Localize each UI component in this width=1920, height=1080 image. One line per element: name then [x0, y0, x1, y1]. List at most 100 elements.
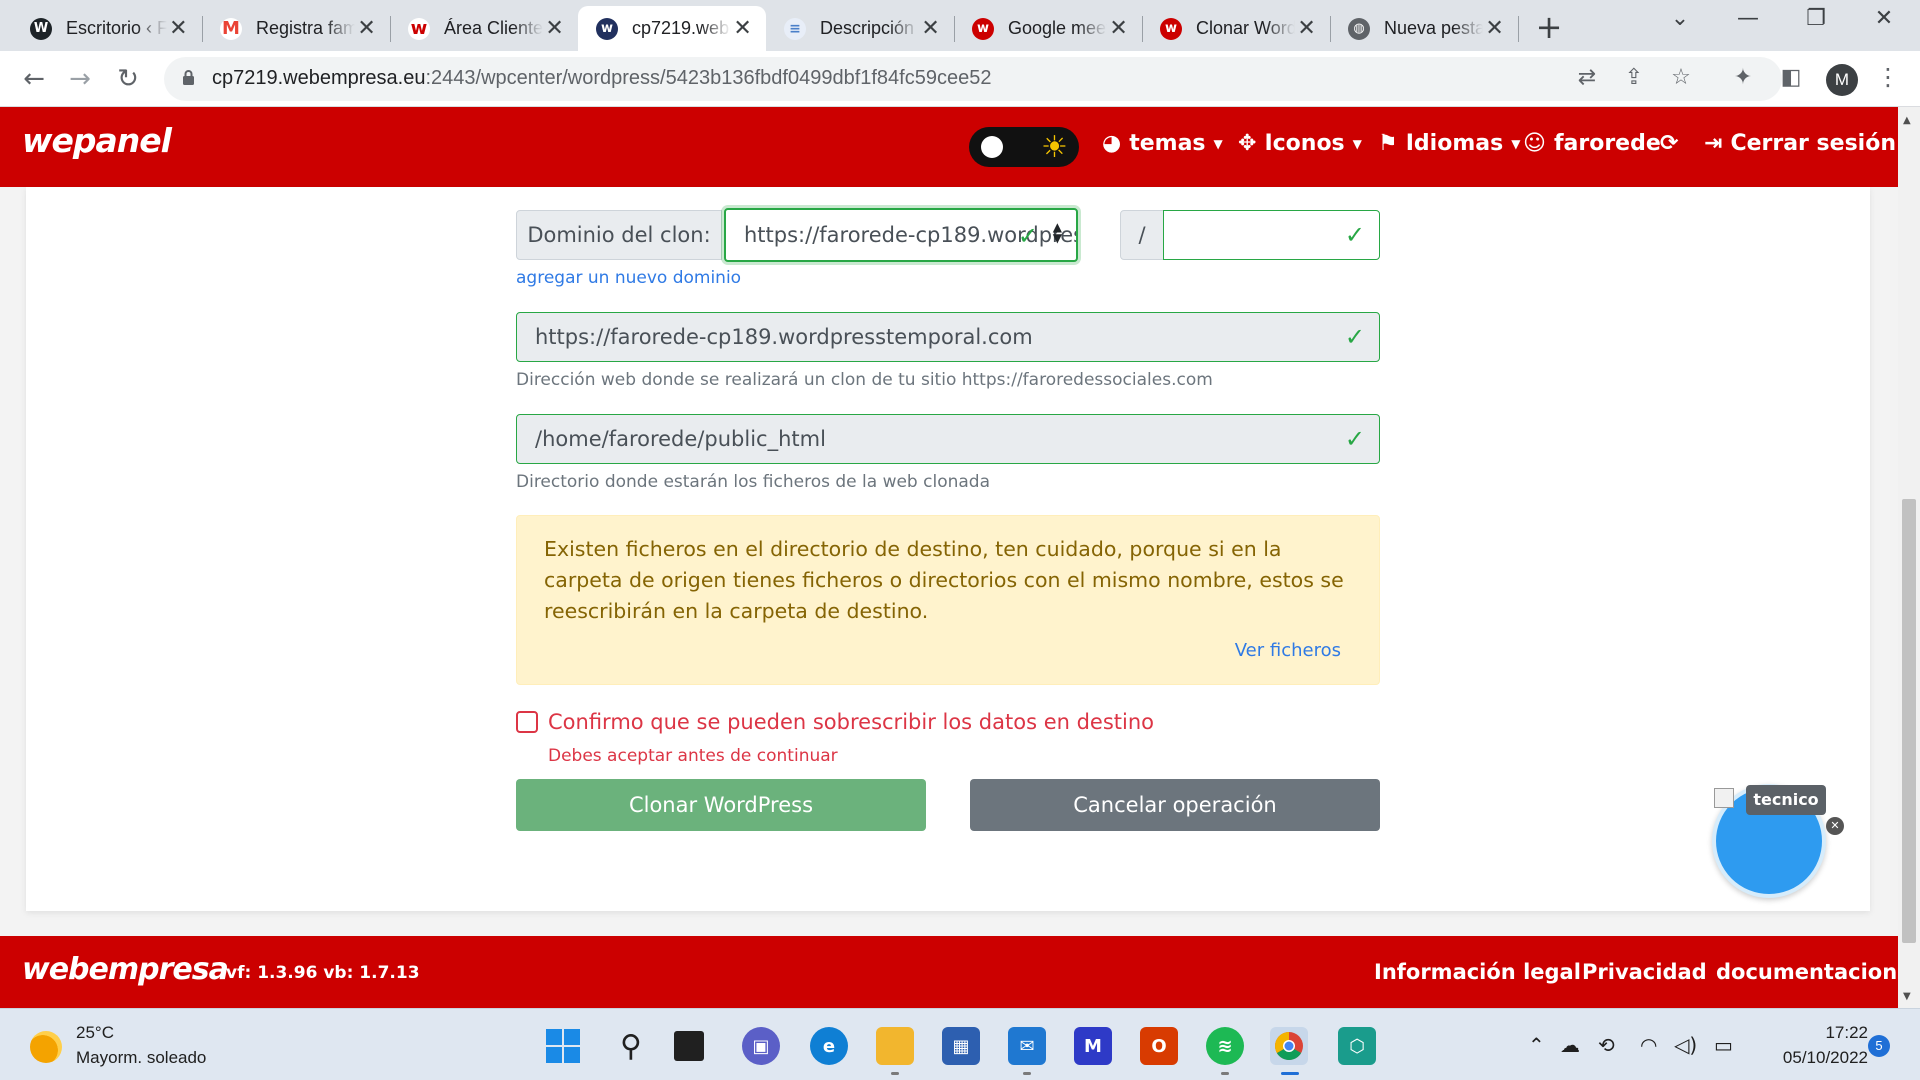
- confirm-overwrite[interactable]: Confirmo que se pueden sobrescribir los …: [516, 710, 1154, 734]
- cancel-operation-button[interactable]: Cancelar operación: [970, 779, 1380, 831]
- mail-icon[interactable]: ✉: [1008, 1027, 1046, 1065]
- tab-descripcion[interactable]: ≡ Descripción ✕: [766, 6, 954, 51]
- windows-start-icon[interactable]: [544, 1027, 582, 1065]
- clone-wordpress-button[interactable]: Clonar WordPress: [516, 779, 926, 831]
- office-icon[interactable]: O: [1140, 1027, 1178, 1065]
- edge-icon[interactable]: e: [810, 1027, 848, 1065]
- active-indicator: [1281, 1072, 1299, 1075]
- back-arrow-icon[interactable]: ←: [16, 61, 52, 97]
- tab-clonar-wordpress[interactable]: w Clonar WordPress ✕: [1142, 6, 1330, 51]
- tray-chevron-up-icon[interactable]: ⌃: [1528, 1033, 1545, 1057]
- share-icon[interactable]: ⇪: [1619, 65, 1649, 90]
- weather-temperature[interactable]: 25°C: [76, 1023, 114, 1043]
- page-scrollbar[interactable]: ▲ ▼: [1898, 107, 1920, 1008]
- weather-sun-icon[interactable]: [30, 1031, 62, 1063]
- restore-icon[interactable]: ❐: [1796, 6, 1836, 31]
- wepanel-icon: w: [596, 17, 618, 40]
- close-icon[interactable]: ✕: [543, 16, 566, 41]
- new-tab-plus-icon[interactable]: +: [1531, 8, 1567, 46]
- tab-registra[interactable]: M Registra fam ✕: [202, 6, 390, 51]
- clock-time[interactable]: 17:22: [1808, 1023, 1868, 1043]
- reload-icon[interactable]: ↻: [110, 61, 146, 97]
- microsoft-store-icon[interactable]: ▦: [942, 1027, 980, 1065]
- window-close-icon[interactable]: ✕: [1864, 6, 1904, 31]
- bookmark-star-icon[interactable]: ☆: [1666, 65, 1696, 90]
- minimize-icon[interactable]: —: [1728, 6, 1768, 31]
- forward-arrow-icon[interactable]: →: [62, 61, 98, 97]
- running-indicator: [891, 1072, 899, 1075]
- chat-teams-icon[interactable]: ▣: [742, 1027, 780, 1065]
- url-help-text: Dirección web donde se realizará un clon…: [516, 370, 1213, 390]
- chrome-icon[interactable]: [1270, 1027, 1308, 1065]
- file-explorer-icon[interactable]: [876, 1027, 914, 1065]
- check-icon: ✓: [1344, 323, 1365, 351]
- menu-languages[interactable]: ⚑ Idiomas ▼: [1378, 131, 1520, 156]
- tab-escritorio[interactable]: W Escritorio ‹ Faro ✕: [12, 6, 202, 51]
- menu-icons[interactable]: ✥ Iconos ▼: [1238, 131, 1362, 156]
- menu-label: temas: [1129, 131, 1206, 156]
- notification-count-badge[interactable]: 5: [1868, 1035, 1890, 1057]
- onedrive-cloud-icon[interactable]: ☁: [1560, 1033, 1580, 1057]
- extensions-puzzle-icon[interactable]: ✦: [1728, 65, 1758, 90]
- security-shield-icon[interactable]: ⬡: [1338, 1027, 1376, 1065]
- app-m-icon[interactable]: M: [1074, 1027, 1112, 1065]
- side-panel-icon[interactable]: ◧: [1776, 65, 1806, 90]
- close-icon[interactable]: ✕: [1107, 16, 1130, 41]
- clone-url-field: https://farorede-cp189.wordpresstemporal…: [516, 312, 1380, 362]
- scroll-up-arrow-icon[interactable]: ▲: [1903, 115, 1911, 126]
- address-bar[interactable]: cp7219.webempresa.eu:2443/wpcenter/wordp…: [164, 57, 1782, 101]
- close-icon[interactable]: ✕: [731, 16, 754, 41]
- wepanel-logo[interactable]: wepanel: [22, 121, 172, 160]
- dir-help-text: Directorio donde estarán los ficheros de…: [516, 472, 990, 492]
- caret-down-icon: ▼: [1352, 136, 1362, 151]
- broken-image-icon: [1714, 788, 1734, 808]
- documentation-link[interactable]: documentacion: [1716, 960, 1897, 984]
- close-icon[interactable]: ✕: [919, 16, 942, 41]
- sync-status-icon[interactable]: ⟲: [1598, 1033, 1615, 1057]
- webempresa-icon: w: [408, 17, 430, 40]
- theme-toggle[interactable]: ☀: [969, 127, 1079, 167]
- tab-area-cliente[interactable]: w Área Cliente ✕: [390, 6, 578, 51]
- tab-search-chevron-icon[interactable]: ⌄: [1660, 6, 1700, 31]
- webempresa-icon: w: [972, 17, 994, 40]
- view-files-link[interactable]: Ver ficheros: [1235, 640, 1341, 661]
- battery-icon[interactable]: ▭: [1714, 1033, 1733, 1057]
- add-domain-link[interactable]: agregar un nuevo dominio: [516, 268, 741, 288]
- task-view-icon[interactable]: [674, 1031, 704, 1061]
- close-icon[interactable]: ✕: [1295, 16, 1318, 41]
- tab-cp7219[interactable]: w cp7219.webempresa ✕: [578, 6, 766, 51]
- menu-themes[interactable]: ◕ temas ▼: [1102, 131, 1223, 156]
- confirm-label[interactable]: Confirmo que se pueden sobrescribir los …: [548, 710, 1154, 734]
- menu-user[interactable]: ☺ farorede: [1523, 131, 1661, 156]
- close-icon[interactable]: ✕: [167, 16, 190, 41]
- menu-logout[interactable]: ⇥ Cerrar sesión: [1704, 131, 1896, 156]
- chat-agent-tag[interactable]: tecnico: [1746, 785, 1826, 815]
- scrollbar-thumb[interactable]: [1902, 499, 1916, 943]
- sync-button[interactable]: ⟳: [1660, 131, 1686, 156]
- volume-icon[interactable]: ◁): [1674, 1033, 1697, 1057]
- wifi-icon[interactable]: ◠: [1640, 1033, 1657, 1057]
- tab-google-meet[interactable]: w Google meet ✕: [954, 6, 1142, 51]
- spotify-icon[interactable]: ≋: [1206, 1027, 1244, 1065]
- chat-close-icon[interactable]: ✕: [1826, 817, 1844, 835]
- scroll-down-arrow-icon[interactable]: ▼: [1903, 991, 1911, 1002]
- tab-nueva-pestana[interactable]: ◍ Nueva pestaña ✕: [1330, 6, 1518, 51]
- legal-info-link[interactable]: Información legal: [1374, 960, 1581, 984]
- clock-date[interactable]: 05/10/2022: [1760, 1048, 1868, 1068]
- weather-description[interactable]: Mayorm. soleado: [76, 1048, 206, 1068]
- confirm-checkbox[interactable]: [516, 711, 538, 733]
- kebab-menu-icon[interactable]: ⋮: [1876, 63, 1900, 91]
- close-icon[interactable]: ✕: [355, 16, 378, 41]
- tab-separator: [1518, 16, 1519, 42]
- search-icon[interactable]: ⚲: [612, 1027, 650, 1065]
- browser-tab-strip: W Escritorio ‹ Faro ✕ M Registra fam ✕ w…: [0, 0, 1920, 51]
- privacy-link[interactable]: Privacidad: [1582, 960, 1707, 984]
- windows-taskbar: 25°C Mayorm. soleado ⚲ ▣ e ▦ ✉ M O ≋ ⬡ ⌃…: [0, 1008, 1920, 1080]
- translate-icon[interactable]: ⇄: [1572, 65, 1602, 90]
- path-input[interactable]: ✓: [1163, 210, 1380, 260]
- webempresa-logo[interactable]: webempresa: [22, 952, 229, 987]
- profile-avatar[interactable]: M: [1826, 64, 1858, 96]
- clone-domain-select[interactable]: https://farorede-cp189.wordpresstemporal…: [724, 208, 1078, 262]
- wepanel-header: wepanel ☀ ◕ temas ▼ ✥ Iconos ▼ ⚑ Idiomas…: [0, 107, 1898, 187]
- close-icon[interactable]: ✕: [1483, 16, 1506, 41]
